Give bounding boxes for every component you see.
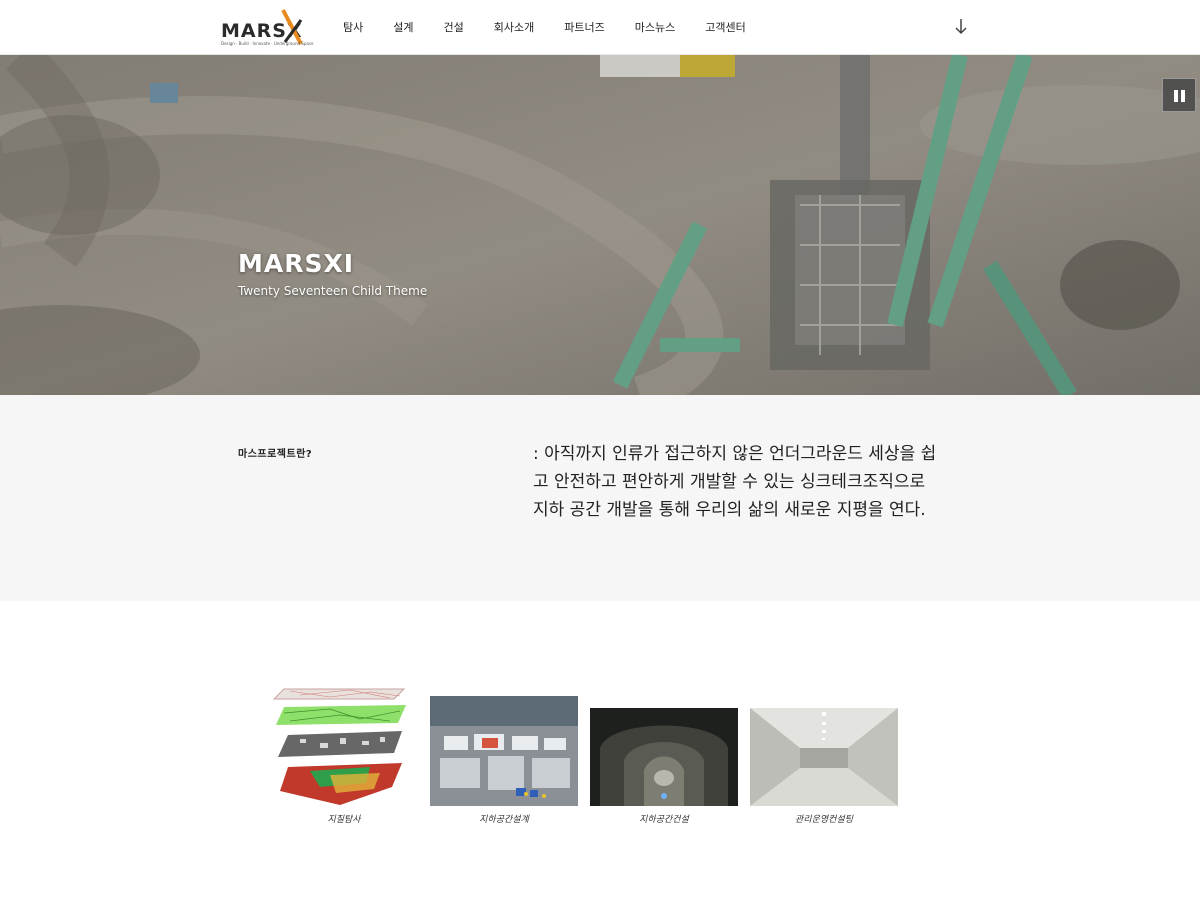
- nav-item-partners[interactable]: 파트너즈: [564, 19, 604, 35]
- hero-title: MARSXI: [238, 249, 355, 278]
- geological-survey-image: [272, 688, 406, 805]
- main-nav: 탐사 설계 건설 회사소개 파트너즈 마스뉴스 고객센터: [343, 19, 776, 35]
- gallery-caption: 지하공간건설: [639, 815, 689, 825]
- site-logo[interactable]: MARSX Design · Build · Innovate · Underg…: [221, 8, 314, 48]
- services-gallery: 지질탐사 지하공간설계 지하공간건설 관리운영컨설팅: [0, 601, 1200, 900]
- gallery-caption: 지하공간설계: [479, 815, 529, 825]
- underground-construction-image: [590, 708, 738, 806]
- scroll-down-arrow-icon[interactable]: [951, 16, 971, 38]
- intro-heading: 마스프로젝트란?: [238, 449, 313, 460]
- nav-item-about[interactable]: 회사소개: [494, 19, 534, 35]
- nav-item-exploration[interactable]: 탐사: [343, 19, 363, 35]
- nav-item-design[interactable]: 설계: [393, 19, 413, 35]
- intro-description: : 아직까지 인류가 접근하지 않은 언더그라운드 세상을 쉽고 안전하고 편안…: [533, 444, 937, 520]
- nav-item-news[interactable]: 마스뉴스: [635, 19, 675, 35]
- pause-icon: [1174, 90, 1178, 102]
- gallery-caption: 관리운영컨설팅: [795, 815, 853, 825]
- gallery-caption: 지질탐사: [327, 815, 361, 825]
- hero-background-image: [0, 55, 1200, 395]
- site-header: MARSX Design · Build · Innovate · Underg…: [0, 0, 1200, 55]
- nav-item-support[interactable]: 고객센터: [705, 19, 745, 35]
- management-consulting-image: [750, 708, 898, 806]
- intro-section: 마스프로젝트란? : 아직까지 인류가 접근하지 않은 언더그라운드 세상을 쉽…: [0, 395, 1200, 601]
- logo-tagline: Design · Build · Innovate · Underground …: [221, 41, 314, 46]
- underground-design-image: [430, 696, 578, 806]
- nav-item-construction[interactable]: 건설: [444, 19, 464, 35]
- hero-banner: MARSXI Twenty Seventeen Child Theme: [0, 55, 1200, 395]
- pause-icon: [1181, 90, 1185, 102]
- hero-subtitle: Twenty Seventeen Child Theme: [238, 284, 428, 298]
- video-pause-button[interactable]: [1162, 78, 1196, 112]
